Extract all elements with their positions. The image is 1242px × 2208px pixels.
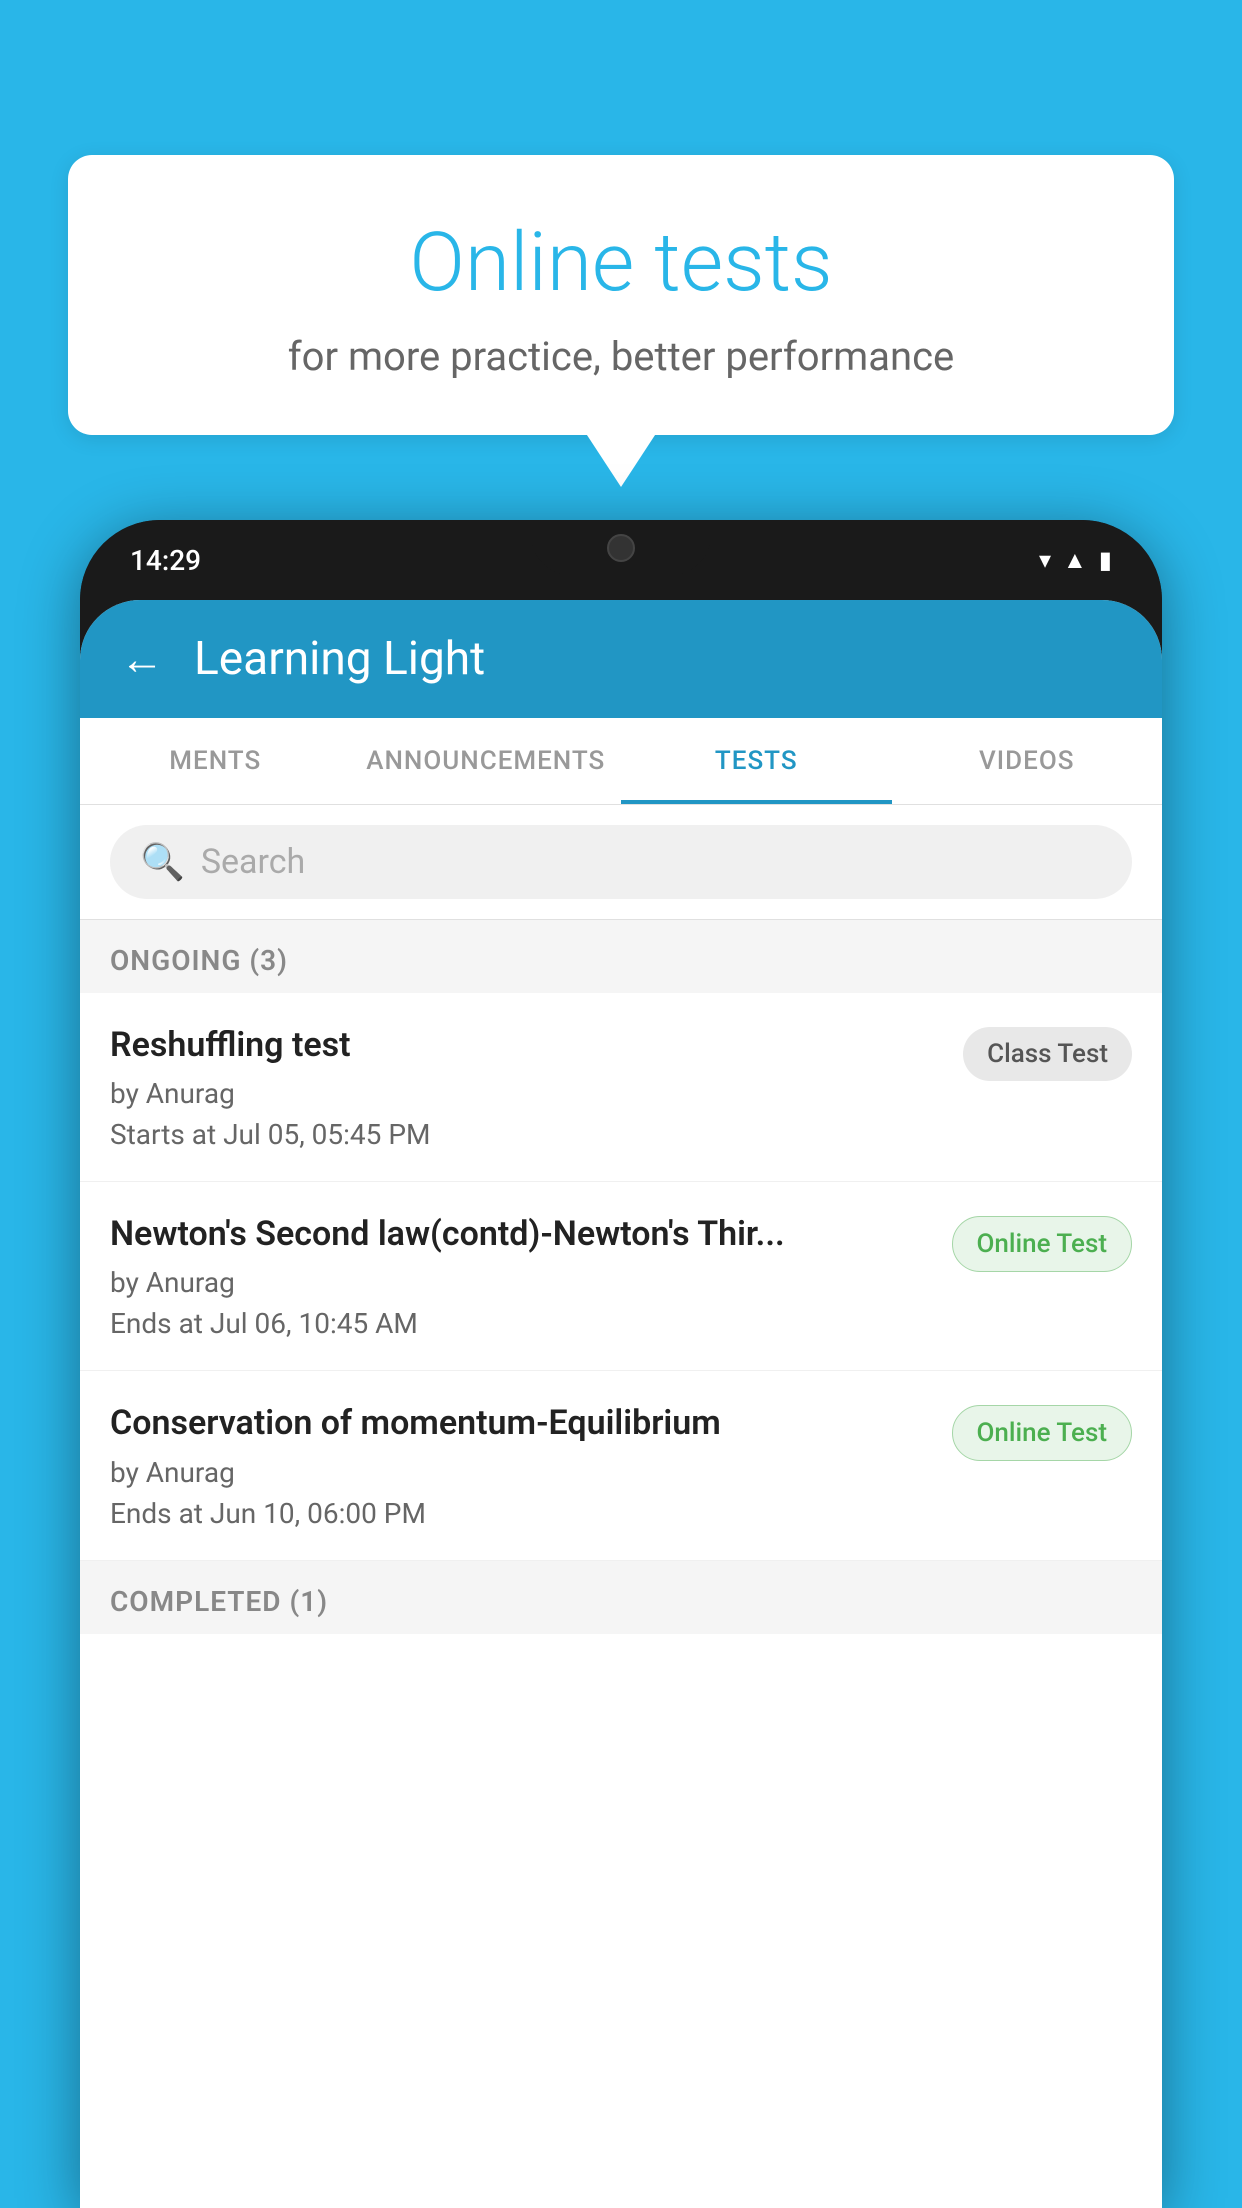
test-list: Reshuffling test by Anurag Starts at Jul…	[80, 993, 1162, 2208]
tab-tests[interactable]: TESTS	[621, 718, 892, 804]
search-input-wrapper[interactable]: 🔍 Search	[110, 825, 1132, 899]
phone-status-bar: 14:29 ▾ ▲ ▮	[80, 520, 1162, 600]
bubble-title: Online tests	[108, 215, 1134, 311]
test-title: Reshuffling test	[110, 1023, 943, 1067]
search-container: 🔍 Search	[80, 805, 1162, 920]
test-date: Ends at Jun 10, 06:00 PM	[110, 1497, 932, 1530]
test-author: by Anurag	[110, 1456, 932, 1489]
test-item-content: Reshuffling test by Anurag Starts at Jul…	[110, 1023, 943, 1151]
back-button[interactable]: ←	[120, 633, 164, 685]
tabs-bar: MENTS ANNOUNCEMENTS TESTS VIDEOS	[80, 718, 1162, 805]
completed-section-header: COMPLETED (1)	[80, 1561, 1162, 1634]
phone-frame: 14:29 ▾ ▲ ▮ ← Learning Light MENTS ANNOU…	[80, 520, 1162, 2208]
test-item[interactable]: Conservation of momentum-Equilibrium by …	[80, 1371, 1162, 1560]
speech-bubble: Online tests for more practice, better p…	[68, 155, 1174, 435]
test-item[interactable]: Newton's Second law(contd)-Newton's Thir…	[80, 1182, 1162, 1371]
test-badge-online: Online Test	[952, 1216, 1133, 1272]
search-icon: 🔍	[140, 841, 185, 883]
test-badge-online: Online Test	[952, 1405, 1133, 1461]
signal-icon: ▲	[1063, 546, 1087, 575]
wifi-icon: ▾	[1039, 546, 1051, 574]
test-item-content: Newton's Second law(contd)-Newton's Thir…	[110, 1212, 932, 1340]
app-title: Learning Light	[194, 632, 485, 686]
test-author: by Anurag	[110, 1077, 943, 1110]
tab-videos[interactable]: VIDEOS	[892, 718, 1163, 804]
phone-notch	[531, 520, 711, 575]
app-header: ← Learning Light	[80, 600, 1162, 718]
test-title: Newton's Second law(contd)-Newton's Thir…	[110, 1212, 932, 1256]
phone-screen: ← Learning Light MENTS ANNOUNCEMENTS TES…	[80, 600, 1162, 2208]
search-placeholder: Search	[201, 842, 305, 882]
battery-icon: ▮	[1099, 546, 1112, 574]
test-item[interactable]: Reshuffling test by Anurag Starts at Jul…	[80, 993, 1162, 1182]
test-date: Starts at Jul 05, 05:45 PM	[110, 1118, 943, 1151]
test-title: Conservation of momentum-Equilibrium	[110, 1401, 932, 1445]
phone-time: 14:29	[130, 544, 201, 577]
tab-announcements[interactable]: ANNOUNCEMENTS	[351, 718, 622, 804]
phone-camera	[607, 534, 635, 562]
status-icons: ▾ ▲ ▮	[1039, 546, 1112, 575]
test-item-content: Conservation of momentum-Equilibrium by …	[110, 1401, 932, 1529]
test-author: by Anurag	[110, 1266, 932, 1299]
tab-ments[interactable]: MENTS	[80, 718, 351, 804]
test-date: Ends at Jul 06, 10:45 AM	[110, 1307, 932, 1340]
speech-bubble-container: Online tests for more practice, better p…	[68, 155, 1174, 435]
bubble-subtitle: for more practice, better performance	[108, 333, 1134, 380]
test-badge-class: Class Test	[963, 1027, 1132, 1081]
ongoing-section-header: ONGOING (3)	[80, 920, 1162, 993]
